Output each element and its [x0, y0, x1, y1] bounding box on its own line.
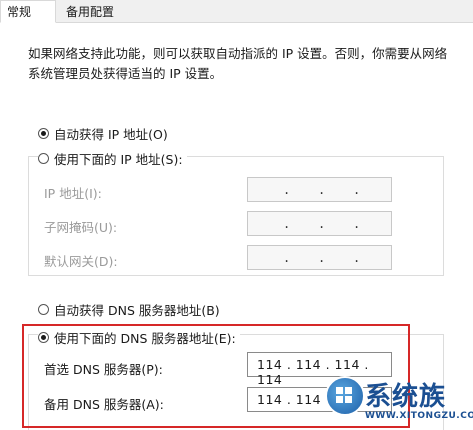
subnet-mask-field[interactable]: ...	[247, 211, 392, 236]
subnet-mask-label: 子网掩码(U):	[44, 220, 118, 235]
radio-auto-ip[interactable]: 自动获得 IP 地址(O)	[38, 124, 168, 143]
watermark-text: 系统族	[365, 382, 447, 412]
ip-address-field[interactable]: ...	[247, 177, 392, 202]
windows-logo-icon	[325, 376, 365, 416]
radio-auto-dns-label: 自动获得 DNS 服务器地址(B)	[54, 303, 220, 318]
tab-general[interactable]: 常规	[0, 0, 56, 23]
default-gateway-label: 默认网关(D):	[44, 254, 118, 269]
radio-manual-ip-indicator[interactable]	[38, 153, 49, 164]
default-gateway-field[interactable]: ...	[247, 245, 392, 270]
ip-address-label: IP 地址(I):	[44, 186, 102, 201]
watermark: 系统族 WWW.XITONGZU.COM	[323, 372, 473, 430]
radio-auto-dns-indicator[interactable]	[38, 304, 49, 315]
radio-auto-dns[interactable]: 自动获得 DNS 服务器地址(B)	[38, 300, 220, 319]
radio-manual-ip[interactable]: 使用下面的 IP 地址(S):	[38, 149, 187, 168]
description-text: 如果网络支持此功能，则可以获取自动指派的 IP 设置。否则，你需要从网络系统管理…	[28, 46, 448, 81]
radio-auto-ip-indicator[interactable]	[38, 128, 49, 139]
tab-bar: 常规 备用配置	[0, 0, 473, 23]
tab-alternate-config[interactable]: 备用配置	[60, 3, 120, 22]
radio-auto-ip-label: 自动获得 IP 地址(O)	[54, 127, 168, 142]
watermark-url: WWW.XITONGZU.COM	[365, 411, 473, 421]
radio-manual-ip-label: 使用下面的 IP 地址(S):	[54, 152, 183, 167]
